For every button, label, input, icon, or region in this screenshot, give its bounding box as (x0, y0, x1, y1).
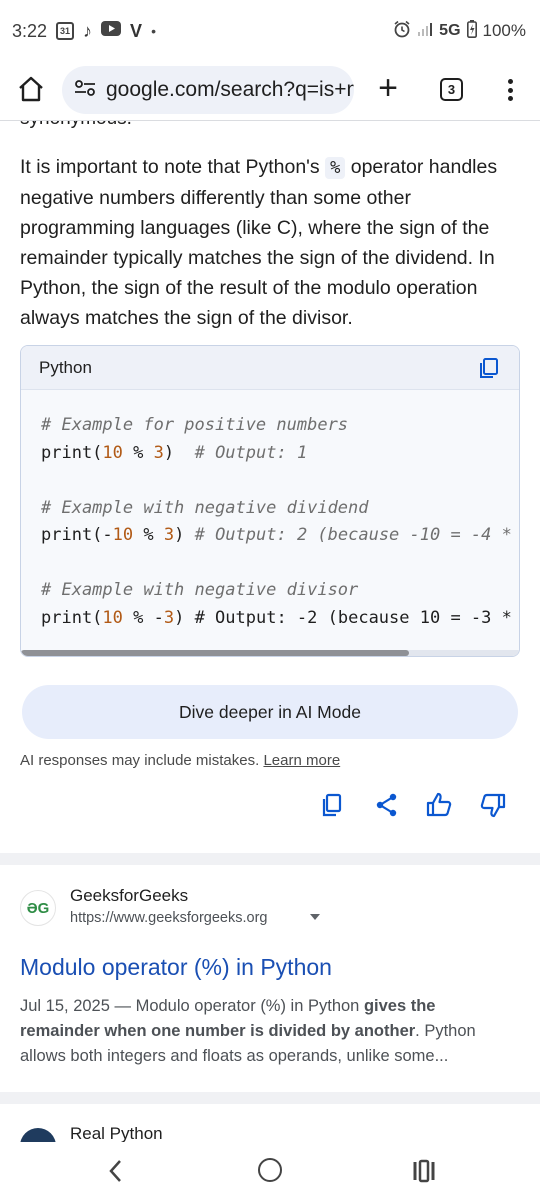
ai-overview-paragraph: It is important to note that Python's % … (20, 152, 524, 333)
recent-apps-icon[interactable] (412, 1159, 436, 1183)
result-snippet: Jul 15, 2025 — Modulo operator (%) in Py… (20, 997, 476, 1065)
code-comment: # Example for positive numbers (41, 415, 349, 435)
code-line: print(10 % 3) # Output: 1 (41, 442, 308, 463)
battery-icon (466, 19, 477, 43)
thumbs-up-icon[interactable] (424, 790, 454, 820)
network-type: 5G (439, 22, 461, 39)
tab-switcher-button[interactable]: 3 (440, 78, 463, 101)
result-site-name[interactable]: Real Python (70, 1124, 163, 1142)
toolbar-divider (0, 120, 540, 121)
dive-deeper-button[interactable]: Dive deeper in AI Mode (22, 685, 518, 739)
code-block: Python # Example for positive numbers pr… (20, 345, 520, 657)
status-bar: 3:22 31 ♪ V • 5G 100% (0, 0, 540, 62)
result-site-name[interactable]: GeeksforGeeks (70, 886, 188, 906)
battery-level: 100% (482, 21, 526, 40)
feedback-actions (318, 790, 518, 822)
browser-toolbar: google.com/search?q=is+m + 3 (0, 62, 540, 118)
paragraph-text: operator handles negative numbers differ… (20, 156, 498, 329)
home-nav-icon[interactable] (258, 1158, 282, 1182)
code-scrollbar-thumb[interactable] (21, 650, 409, 656)
youtube-icon (101, 21, 122, 41)
code-line: print(10 % -3) # Output: -2 (because 10 … (41, 607, 512, 628)
back-icon[interactable] (104, 1158, 128, 1184)
copy-code-icon[interactable] (477, 356, 501, 380)
learn-more-link[interactable]: Learn more (263, 752, 340, 769)
paragraph-text: It is important to note that Python's (20, 156, 326, 178)
notification-dot-icon: • (151, 23, 156, 39)
inline-code: % (325, 157, 346, 179)
realpython-logo-icon (20, 1128, 56, 1142)
code-line: print(-10 % 3) # Output: 2 (because -10 … (41, 525, 512, 545)
alarm-icon (393, 20, 411, 43)
code-language: Python (39, 357, 92, 377)
ai-disclaimer: AI responses may include mistakes. Learn… (20, 752, 341, 769)
code-body[interactable]: # Example for positive numbers print(10 … (21, 390, 519, 656)
calendar-icon: 31 (56, 22, 75, 40)
site-settings-icon[interactable] (74, 79, 96, 102)
section-divider (0, 1092, 540, 1104)
copy-icon[interactable] (318, 790, 348, 820)
signal-icon (417, 21, 433, 42)
section-divider (0, 853, 540, 865)
result-title-link[interactable]: Modulo operator (%) in Python (20, 954, 332, 981)
system-nav-bar (0, 1142, 540, 1200)
code-header: Python (21, 346, 519, 390)
search-result: Real Python (20, 1118, 520, 1142)
thumbs-down-icon[interactable] (478, 790, 508, 820)
geeksforgeeks-logo-icon: ƏG (20, 890, 56, 926)
chevron-down-icon[interactable] (310, 914, 320, 920)
share-icon[interactable] (372, 790, 402, 820)
more-menu-icon[interactable] (500, 76, 520, 104)
address-bar[interactable]: google.com/search?q=is+m (62, 66, 354, 114)
tiktok-icon: ♪ (83, 20, 93, 41)
new-tab-button[interactable]: + (372, 71, 404, 106)
v-app-icon: V (130, 20, 143, 41)
code-comment: # Example with negative divisor (41, 580, 359, 600)
url-text[interactable]: google.com/search?q=is+m (106, 78, 354, 102)
status-time: 3:22 (12, 20, 48, 41)
home-icon[interactable] (16, 74, 46, 104)
code-comment: # Example with negative dividend (41, 497, 369, 518)
result-site-url[interactable]: https://www.geeksforgeeks.org (70, 910, 267, 926)
